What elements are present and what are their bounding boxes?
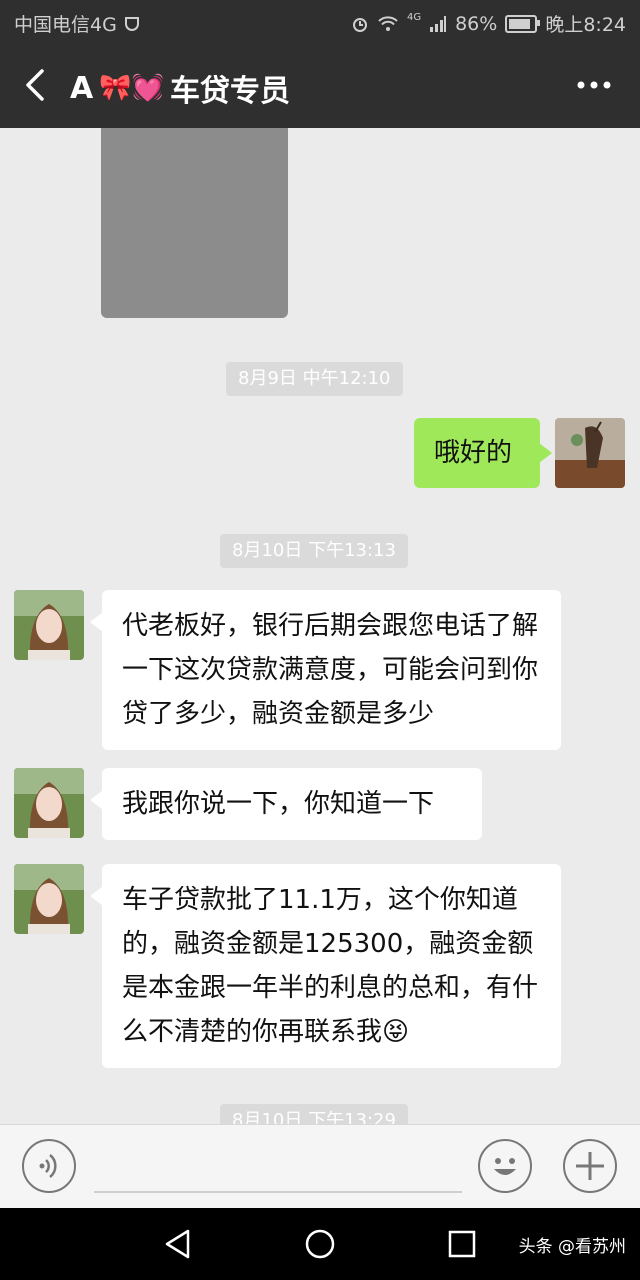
back-arrow-icon[interactable] — [22, 68, 52, 102]
timestamp: 8月10日 下午13:29 — [220, 1104, 408, 1124]
carrier-label: 中国电信4G — [14, 14, 117, 36]
message-input[interactable] — [94, 1191, 462, 1193]
smiley-icon — [494, 1158, 516, 1175]
title-name: 车贷专员 — [169, 74, 290, 109]
chat-title: A 🎀💓 车贷专员 — [70, 66, 290, 110]
battery-fill — [509, 18, 530, 29]
network-type: 4G — [406, 12, 422, 23]
status-bar: 中国电信4G 4G 86% 晚上8:24 — [0, 0, 640, 44]
image-message[interactable] — [101, 128, 288, 318]
contact-avatar[interactable] — [14, 768, 84, 838]
chat-header: A 🎀💓 车贷专员 — [0, 44, 640, 128]
signal-icon — [430, 15, 447, 32]
input-bar — [0, 1124, 640, 1209]
title-prefix: A — [70, 70, 94, 106]
alarm-icon — [352, 17, 367, 32]
timestamp: 8月9日 中午12:10 — [226, 362, 403, 396]
contact-avatar[interactable] — [14, 590, 84, 660]
clock: 晚上8:24 — [545, 14, 626, 36]
my-message-bubble[interactable]: 哦好的 — [414, 418, 552, 488]
received-message-bubble[interactable]: 代老板好，银行后期会跟您电话了解一下这次贷款满意度，可能会问到你贷了多少，融资金… — [90, 590, 561, 750]
battery-icon — [505, 14, 541, 33]
nav-back-icon[interactable] — [162, 1228, 194, 1260]
battery-percent: 86% — [455, 12, 498, 35]
voice-input-button[interactable] — [22, 1139, 76, 1193]
nav-home-icon[interactable] — [304, 1228, 336, 1260]
watermark: 头条 @看苏州 — [518, 1237, 626, 1257]
title-emoji: 🎀💓 — [99, 73, 164, 103]
system-navigation-bar: 头条 @看苏州 — [0, 1208, 640, 1280]
chat-area[interactable]: 8月9日 中午12:10 哦好的 8月10日 下午13:13 代老板好，银行后期… — [0, 128, 640, 1124]
more-actions-button[interactable] — [563, 1139, 617, 1193]
received-message-bubble[interactable]: 我跟你说一下，你知道一下 — [90, 768, 482, 840]
nav-recents-icon[interactable] — [448, 1230, 476, 1258]
my-avatar[interactable] — [555, 418, 625, 488]
plus-icon — [576, 1152, 604, 1180]
wifi-icon — [378, 15, 398, 31]
received-message-bubble[interactable]: 车子贷款批了11.1万，这个你知道的，融资金额是125300，融资金额是本金跟一… — [90, 864, 561, 1068]
more-options-icon[interactable] — [574, 72, 614, 98]
voice-icon — [39, 1154, 57, 1178]
contact-avatar[interactable] — [14, 864, 84, 934]
shield-icon — [124, 16, 139, 31]
emoji-button[interactable] — [478, 1139, 532, 1193]
timestamp: 8月10日 下午13:13 — [220, 534, 408, 568]
